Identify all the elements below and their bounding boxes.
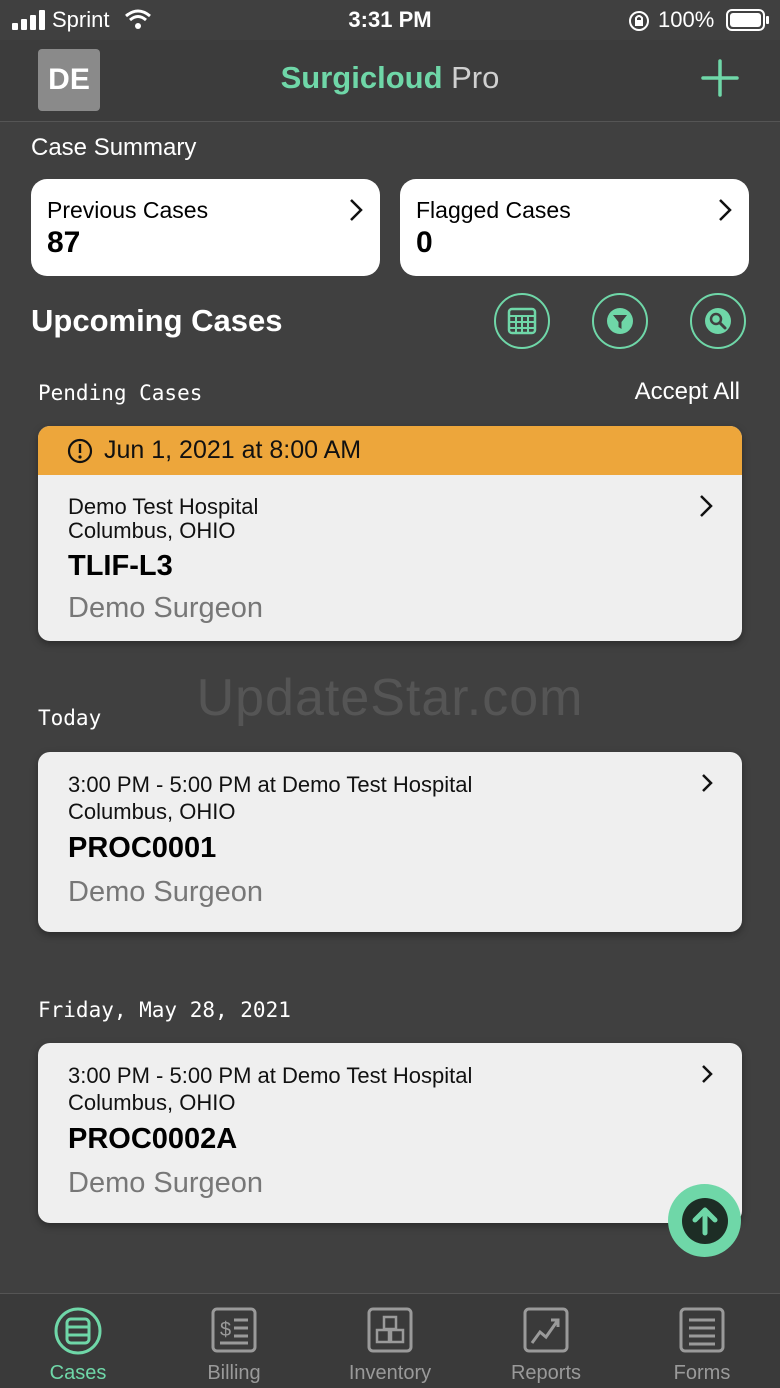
- chevron-right-icon: [700, 495, 713, 517]
- battery-percent: 100%: [658, 7, 715, 32]
- pending-date-banner: Jun 1, 2021 at 8:00 AM: [38, 426, 742, 475]
- alert-circle-icon: [67, 438, 93, 464]
- case-hospital: Demo Test Hospital: [68, 494, 259, 519]
- previous-cases-card[interactable]: Previous Cases 87: [31, 179, 380, 276]
- friday-case-card[interactable]: 3:00 PM - 5:00 PM at Demo Test Hospital …: [38, 1043, 742, 1223]
- battery-icon: [726, 9, 769, 31]
- app-title: Surgicloud Pro: [0, 60, 780, 96]
- app-title-suffix: Pro: [442, 60, 500, 95]
- filter-button[interactable]: [592, 293, 648, 349]
- case-location: Columbus, OHIO: [68, 799, 236, 824]
- tab-label: Billing: [207, 1362, 261, 1384]
- scroll-to-top-button[interactable]: [668, 1184, 741, 1257]
- case-code: PROC0002A: [68, 1123, 238, 1155]
- case-location: Columbus, OHIO: [68, 1090, 236, 1115]
- case-code: TLIF-L3: [68, 550, 173, 582]
- tab-reports[interactable]: Reports: [468, 1294, 624, 1388]
- case-summary-label: Case Summary: [31, 134, 197, 161]
- forms-icon: [679, 1307, 725, 1353]
- status-bar: Sprint 3:31 PM 100%: [0, 0, 780, 40]
- svg-text:$: $: [220, 1319, 231, 1341]
- tab-inventory[interactable]: Inventory: [312, 1294, 468, 1388]
- upcoming-cases-title: Upcoming Cases: [31, 303, 283, 338]
- calendar-button[interactable]: [494, 293, 550, 349]
- pending-case-card[interactable]: Jun 1, 2021 at 8:00 AM Demo Test Hospita…: [38, 426, 742, 641]
- search-icon: [705, 308, 731, 334]
- case-surgeon: Demo Surgeon: [68, 592, 264, 624]
- rotation-lock-icon: [629, 11, 649, 31]
- case-location: Columbus, OHIO: [68, 518, 236, 543]
- tab-cases[interactable]: Cases: [0, 1294, 156, 1388]
- today-label: Today: [38, 706, 102, 730]
- chevron-right-icon: [719, 199, 732, 221]
- calendar-icon: [507, 307, 537, 335]
- chevron-right-icon: [702, 1065, 713, 1083]
- inventory-icon: [367, 1307, 413, 1353]
- tab-label: Reports: [510, 1362, 582, 1384]
- reports-icon: [523, 1307, 569, 1353]
- previous-cases-label: Previous Cases: [47, 197, 209, 223]
- tab-label: Cases: [49, 1362, 107, 1384]
- flagged-cases-card[interactable]: Flagged Cases 0: [400, 179, 749, 276]
- chevron-right-icon: [702, 774, 713, 792]
- search-button[interactable]: [690, 293, 746, 349]
- flagged-cases-count: 0: [416, 226, 433, 259]
- flagged-cases-label: Flagged Cases: [416, 197, 571, 223]
- tab-label: Inventory: [348, 1362, 432, 1384]
- case-time: 3:00 PM - 5:00 PM at Demo Test Hospital: [68, 772, 473, 797]
- tab-bar: Cases $ Billing Inventory Reports Forms: [0, 1293, 780, 1388]
- case-surgeon: Demo Surgeon: [68, 1167, 264, 1199]
- tab-billing[interactable]: $ Billing: [156, 1294, 312, 1388]
- billing-icon: $: [211, 1307, 257, 1353]
- pending-cases-label: Pending Cases: [38, 381, 203, 405]
- case-code: PROC0001: [68, 832, 217, 864]
- previous-cases-count: 87: [47, 226, 81, 259]
- app-header: DE Surgicloud Pro: [0, 40, 780, 122]
- cases-icon: [54, 1307, 102, 1355]
- accept-all-link[interactable]: Accept All: [635, 378, 740, 406]
- chevron-right-icon: [350, 199, 363, 221]
- tab-forms[interactable]: Forms: [624, 1294, 780, 1388]
- arrow-up-circle-icon: [681, 1197, 728, 1244]
- filter-icon: [607, 308, 633, 334]
- watermark: UpdateStar.com: [196, 669, 584, 727]
- case-time: 3:00 PM - 5:00 PM at Demo Test Hospital: [68, 1063, 473, 1088]
- case-surgeon: Demo Surgeon: [68, 876, 264, 908]
- friday-label: Friday, May 28, 2021: [38, 998, 291, 1022]
- plus-icon[interactable]: [700, 58, 740, 98]
- today-case-card[interactable]: 3:00 PM - 5:00 PM at Demo Test Hospital …: [38, 752, 742, 932]
- app-title-brand: Surgicloud: [280, 60, 443, 95]
- pending-date: Jun 1, 2021 at 8:00 AM: [104, 436, 362, 464]
- tab-label: Forms: [673, 1362, 731, 1384]
